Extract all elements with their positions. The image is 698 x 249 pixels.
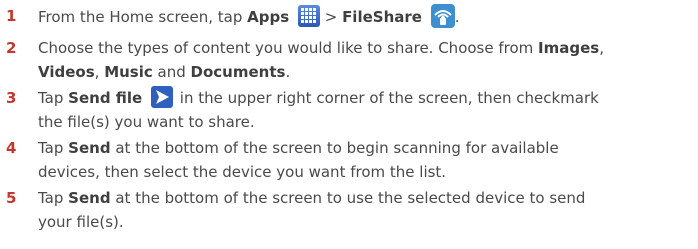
step-number: 1 xyxy=(6,7,17,25)
send-arrow-icon xyxy=(151,86,174,108)
send-label: Send xyxy=(68,139,111,157)
apps-label: Apps xyxy=(247,8,290,26)
send-file-label: Send file xyxy=(68,89,143,107)
instruction-steps: 1 From the Home screen, tap Apps > FileS… xyxy=(0,0,698,249)
fileshare-wifi-icon xyxy=(430,4,455,28)
step-number: 5 xyxy=(6,189,17,207)
step-number: 2 xyxy=(6,39,17,57)
images-label: Images xyxy=(538,39,600,57)
step-number: 4 xyxy=(6,139,17,157)
step-text: Tap Send file in the upper right corner … xyxy=(38,86,599,110)
send-label: Send xyxy=(68,189,111,207)
step-text-line-2: your file(s). xyxy=(38,213,124,231)
music-label: Music xyxy=(104,63,153,81)
step-text: From the Home screen, tap Apps > FileSha… xyxy=(38,4,460,29)
step-text-line-2: Videos, Music and Documents. xyxy=(38,63,291,81)
step-text-line-2: the file(s) you want to share. xyxy=(38,113,255,131)
documents-label: Documents xyxy=(190,63,286,81)
step-text-line-2: devices, then select the device you want… xyxy=(38,163,447,181)
fileshare-label: FileShare xyxy=(342,8,422,26)
step-text: Tap Send at the bottom of the screen to … xyxy=(38,139,559,157)
videos-label: Videos xyxy=(38,63,95,81)
step-text: Tap Send at the bottom of the screen to … xyxy=(38,189,586,207)
apps-grid-icon xyxy=(297,5,320,27)
step-number: 3 xyxy=(6,89,17,107)
step-text: Choose the types of content you would li… xyxy=(38,39,604,57)
